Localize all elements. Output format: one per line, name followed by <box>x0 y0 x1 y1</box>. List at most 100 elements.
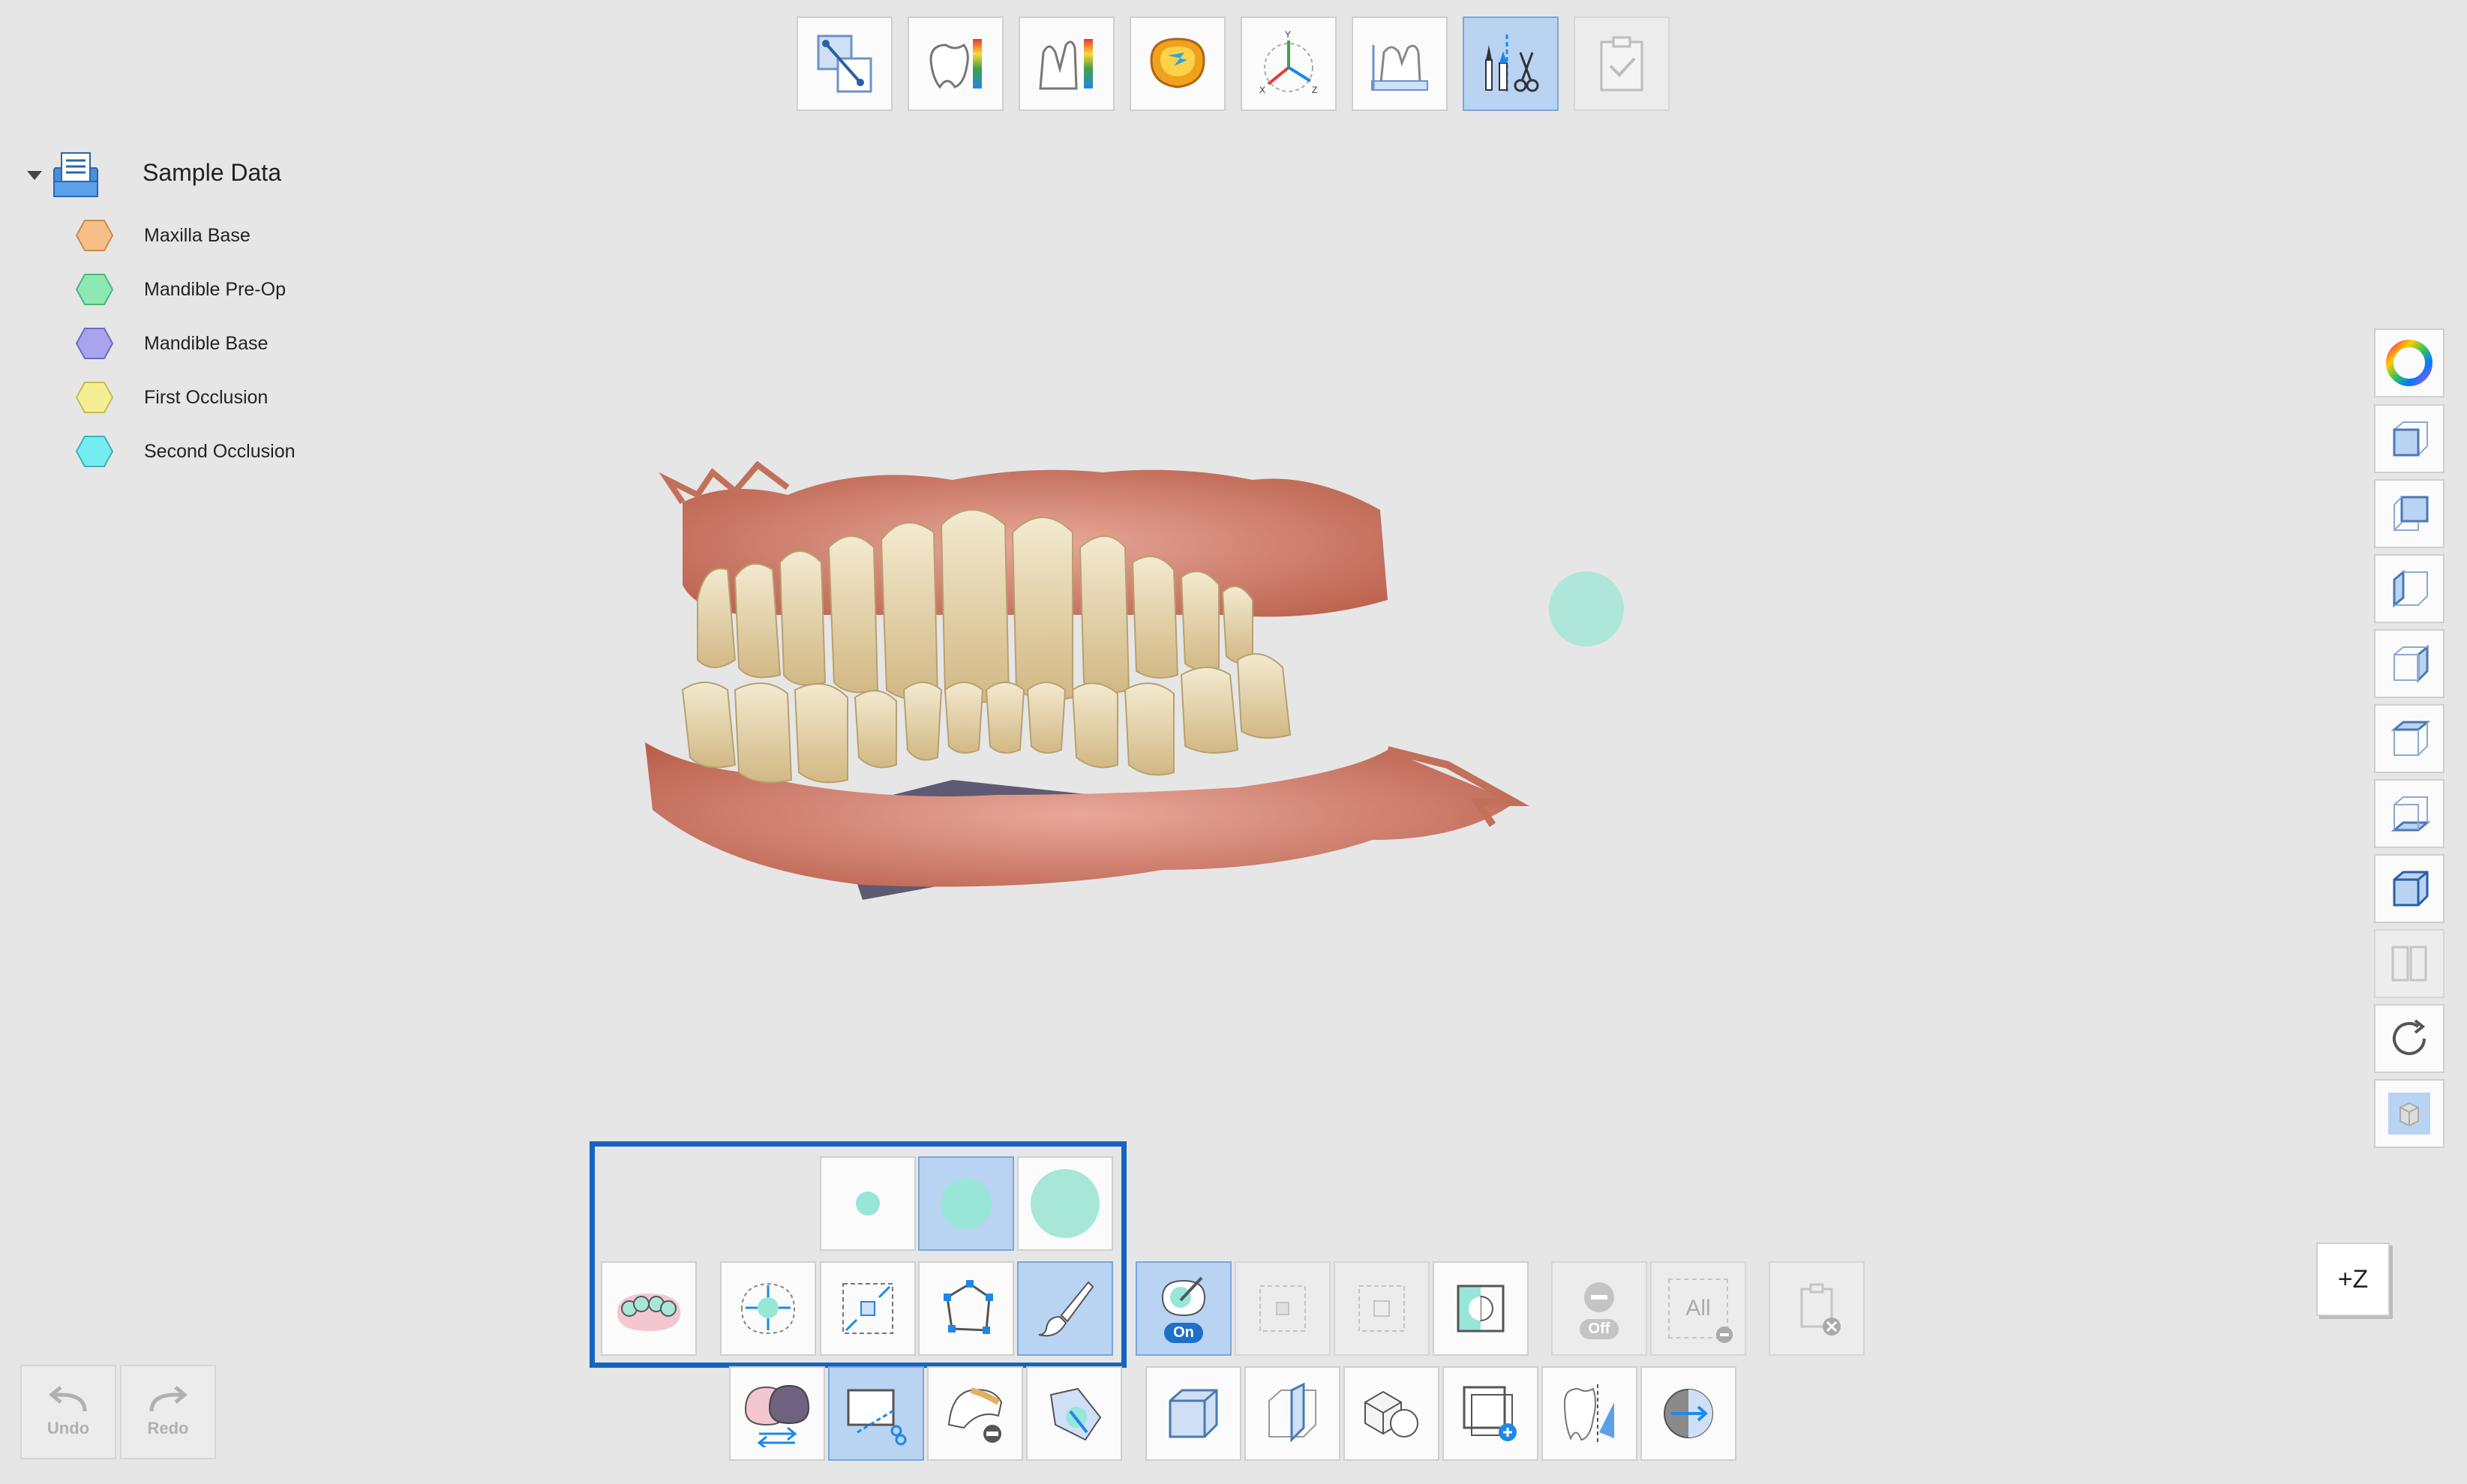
tree-item-mandible-base[interactable]: Mandible Base <box>75 323 268 364</box>
expand-selection-button[interactable] <box>720 1261 816 1356</box>
select-arch-button[interactable] <box>601 1261 697 1356</box>
bottom-view-button[interactable] <box>2374 779 2444 848</box>
hexagon-icon <box>75 382 114 413</box>
minus-circle-icon <box>1584 1282 1614 1312</box>
trim-tool-button[interactable] <box>1463 16 1559 111</box>
tree-item-second-occlusion[interactable]: Second Occlusion <box>75 431 296 472</box>
measure-button[interactable] <box>1352 16 1448 111</box>
trim-mode-button[interactable] <box>828 1366 924 1461</box>
redo-arrow-icon <box>149 1386 188 1412</box>
cube-top-icon <box>2390 721 2431 756</box>
tooth-color-map-icon <box>929 39 982 89</box>
toggle-off-label: Off <box>1579 1318 1619 1339</box>
cube-back-icon <box>2393 496 2429 531</box>
brush-tool-button[interactable] <box>1026 1366 1122 1461</box>
ruler-section-icon <box>1371 44 1428 91</box>
cube-front-icon <box>2393 421 2428 457</box>
minus-badge-icon <box>1716 1327 1733 1343</box>
undo-button[interactable]: Undo <box>20 1365 116 1459</box>
tree-item-label: Second Occlusion <box>144 440 296 462</box>
collapse-arrow-icon[interactable] <box>26 169 44 181</box>
color-picker-button[interactable] <box>2374 328 2444 397</box>
cube-bottom-icon <box>2390 796 2431 832</box>
rotate-icon <box>2393 1019 2426 1055</box>
trim-tools-icon <box>1485 34 1539 93</box>
mesh-view-button[interactable] <box>1343 1366 1439 1461</box>
tree-item-first-occlusion[interactable]: First Occlusion <box>75 377 268 418</box>
clipboard-delete-icon <box>1800 1283 1841 1336</box>
globe-arrow-icon <box>1664 1389 1713 1438</box>
hexagon-icon <box>75 436 114 467</box>
texture-toggle-button[interactable] <box>2374 1079 2444 1148</box>
split-view-icon <box>2391 946 2427 982</box>
clip-plane-icon <box>1268 1382 1316 1443</box>
svg-text:Y: Y <box>1285 30 1291 40</box>
region-select-icon <box>1259 1285 1306 1332</box>
tree-item-label: Mandible Pre-Op <box>144 278 286 300</box>
split-view-button[interactable] <box>2374 929 2444 998</box>
hexagon-icon <box>75 328 114 359</box>
finish-button[interactable] <box>1574 16 1670 111</box>
clipboard-check-icon <box>1600 36 1643 91</box>
toggle-on-label: On <box>1164 1322 1203 1343</box>
tooth-mirror-icon <box>1563 1384 1614 1443</box>
polygon-select-icon <box>944 1280 993 1334</box>
tree-item-label: First Occlusion <box>144 386 269 408</box>
shaded-cube-icon <box>2388 1093 2430 1135</box>
switch-model-button[interactable] <box>729 1366 825 1461</box>
tree-root-label[interactable]: Sample Data <box>143 159 281 187</box>
redo-label: Redo <box>147 1419 189 1438</box>
brush-select-button[interactable] <box>1017 1261 1113 1356</box>
reset-view-button[interactable] <box>2374 1004 2444 1073</box>
brush-size-small-button[interactable] <box>820 1156 916 1251</box>
invert-selection-button[interactable] <box>1433 1261 1529 1356</box>
view-axis-indicator[interactable]: +Z <box>2316 1243 2390 1316</box>
brush-size-medium-button[interactable] <box>918 1156 1014 1251</box>
shrink-selection-button[interactable] <box>820 1261 916 1356</box>
dental-model-viewport[interactable] <box>638 450 1545 930</box>
align-icon <box>817 34 872 93</box>
align-tool-button[interactable] <box>797 16 893 111</box>
cube-iso-icon <box>2393 871 2429 907</box>
remove-selection-toggle[interactable]: Off <box>1551 1261 1647 1356</box>
mirror-view-button[interactable] <box>1541 1366 1637 1461</box>
brush-cursor <box>1549 571 1624 646</box>
add-view-button[interactable] <box>1442 1366 1538 1461</box>
cube-sphere-icon <box>1364 1390 1418 1438</box>
xyz-axis-icon: Y X Z <box>1259 30 1317 95</box>
rectangle-select-icon <box>842 1283 893 1334</box>
svg-text:Z: Z <box>1312 85 1317 95</box>
deselect-region-button[interactable] <box>1334 1261 1430 1356</box>
redo-button[interactable]: Redo <box>120 1365 216 1459</box>
clear-all-button[interactable]: All <box>1650 1261 1746 1356</box>
brush-size-large-button[interactable] <box>1017 1156 1113 1251</box>
axis-coordinate-button[interactable]: Y X Z <box>1241 16 1337 111</box>
view-box-button[interactable] <box>1145 1366 1241 1461</box>
cube-right-icon <box>2393 644 2429 683</box>
smart-selection-toggle[interactable]: On <box>1136 1261 1232 1356</box>
iso-view-button[interactable] <box>2374 854 2444 923</box>
left-view-button[interactable] <box>2374 554 2444 623</box>
delete-button[interactable] <box>1769 1261 1865 1356</box>
all-label: All <box>1685 1296 1711 1321</box>
tree-item-maxilla-base[interactable]: Maxilla Base <box>75 215 251 256</box>
small-circle-icon <box>856 1192 880 1216</box>
section-view-button[interactable] <box>1244 1366 1340 1461</box>
cross-section-deviation-button[interactable] <box>1019 16 1115 111</box>
occlusion-analysis-button[interactable] <box>1130 16 1226 111</box>
tree-item-label: Mandible Base <box>144 332 269 354</box>
right-view-button[interactable] <box>2374 629 2444 698</box>
polygon-select-button[interactable] <box>918 1261 1014 1356</box>
window-add-icon <box>1463 1386 1517 1441</box>
invert-selection-icon <box>1457 1285 1505 1333</box>
front-view-button[interactable] <box>2374 404 2444 473</box>
hole-fill-button[interactable] <box>927 1366 1023 1461</box>
tree-item-mandible-pre-op[interactable]: Mandible Pre-Op <box>75 269 286 310</box>
deviation-map-button[interactable] <box>908 16 1004 111</box>
undo-label: Undo <box>47 1419 90 1438</box>
top-view-button[interactable] <box>2374 704 2444 773</box>
back-view-button[interactable] <box>2374 479 2444 548</box>
select-all-region-button[interactable] <box>1235 1261 1331 1356</box>
texture-view-button[interactable] <box>1640 1366 1736 1461</box>
brush-tooth-icon <box>1161 1276 1206 1316</box>
